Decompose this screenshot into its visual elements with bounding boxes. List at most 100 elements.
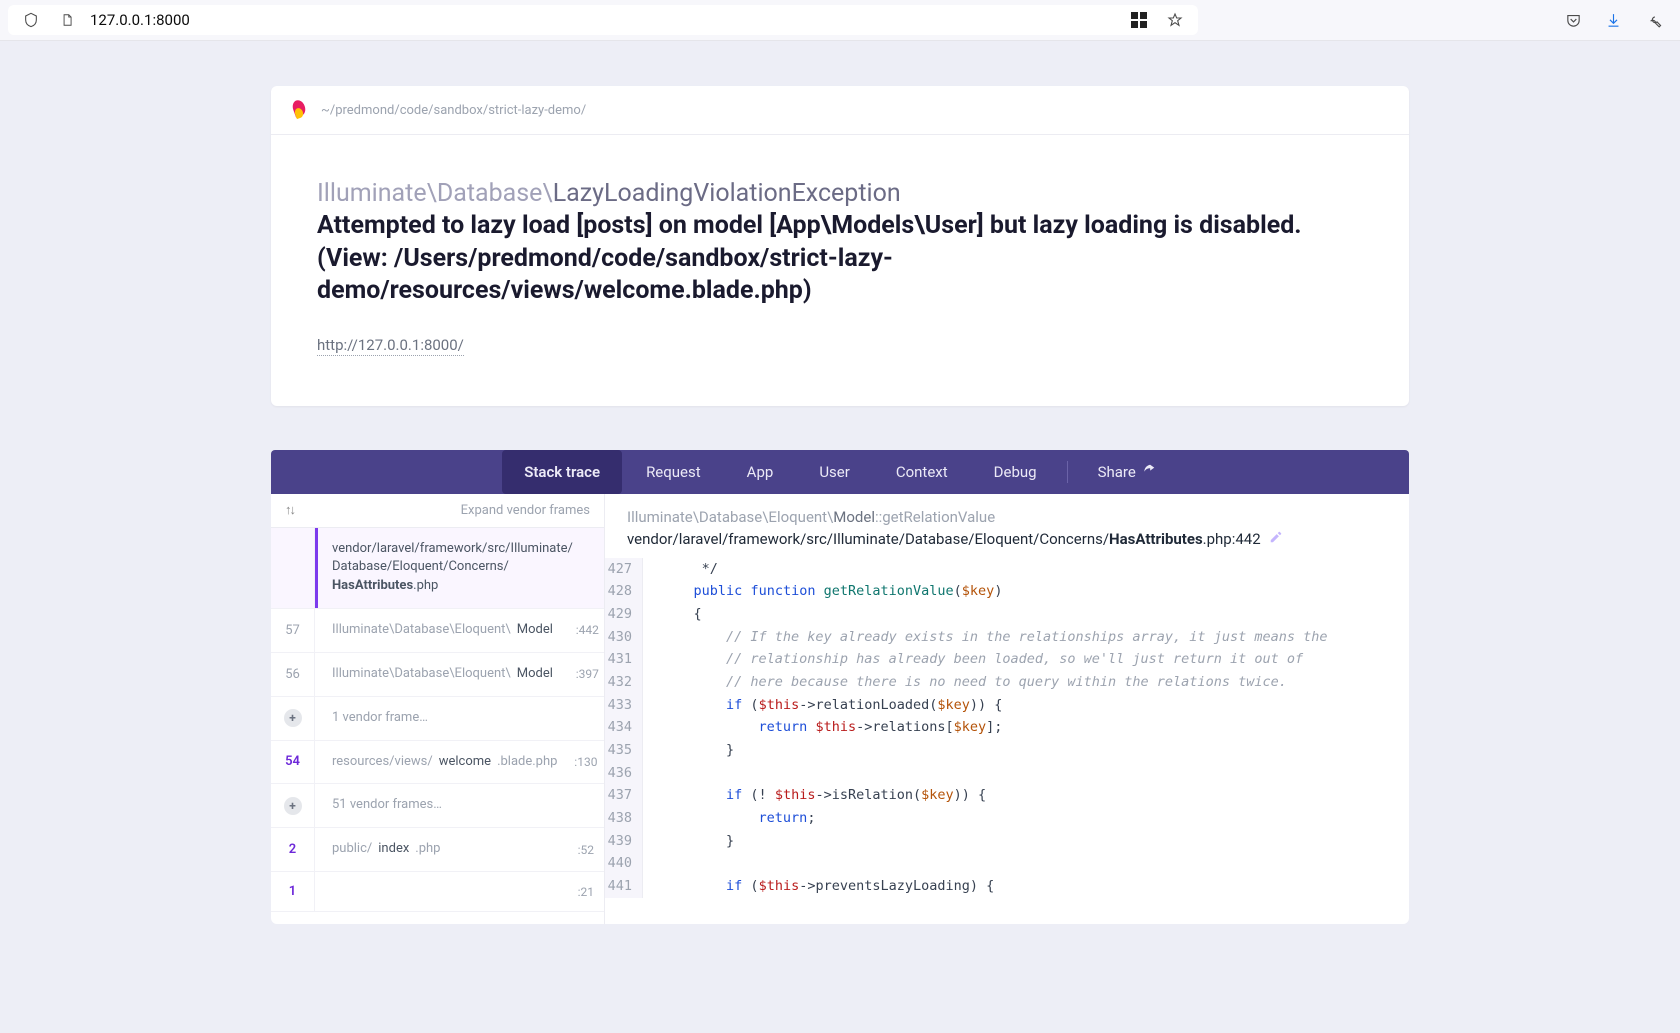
tab-separator [1067, 461, 1068, 483]
url-text: 127.0.0.1:8000 [90, 11, 1116, 29]
qr-icon[interactable] [1126, 7, 1152, 33]
line-number: 429 [605, 603, 643, 626]
code-line: 430 // If the key already exists in the … [605, 626, 1409, 649]
tab-share[interactable]: Share [1076, 450, 1178, 494]
exception-header: ~/predmond/code/sandbox/strict-lazy-demo… [271, 86, 1409, 135]
line-number: 441 [605, 875, 643, 898]
frame-row[interactable]: 2public/index.php:52 [271, 828, 604, 872]
frame-label: Illuminate\Database\Eloquent\Model [318, 609, 569, 652]
code-line: 432 // here because there is no need to … [605, 671, 1409, 694]
line-code: if ($this->preventsLazyLoading) { [643, 875, 994, 898]
line-number: 437 [605, 784, 643, 807]
frame-label: vendor/laravel/framework/src/Illuminate/… [318, 528, 583, 609]
section-tabs: Stack traceRequestAppUserContextDebug Sha… [271, 450, 1409, 494]
code-line: 437 if (! $this->isRelation($key)) { [605, 784, 1409, 807]
share-arrow-icon [1142, 463, 1156, 481]
frame-line-number [564, 784, 604, 827]
download-icon[interactable] [1600, 7, 1626, 33]
tab-user[interactable]: User [797, 450, 872, 494]
frame-line-number [564, 697, 604, 740]
frame-label: resources/views/welcome.blade.php [318, 741, 567, 784]
frame-sort-arrows[interactable]: ↑↓ [285, 502, 294, 518]
frame-number: 57 [271, 609, 315, 652]
frame-row[interactable]: 56Illuminate\Database\Eloquent\Model:397 [271, 653, 604, 697]
request-url-link[interactable]: http://127.0.0.1:8000/ [317, 336, 464, 356]
edit-pencil-icon[interactable] [1269, 530, 1283, 548]
stack-trace-panel: ↑↓ Expand vendor frames vendor/laravel/f… [271, 494, 1409, 924]
frame-row[interactable]: vendor/laravel/framework/src/Illuminate/… [271, 528, 604, 610]
address-bar[interactable]: 127.0.0.1:8000 [8, 5, 1198, 35]
line-number: 432 [605, 671, 643, 694]
line-number: 434 [605, 716, 643, 739]
pocket-icon[interactable] [1560, 7, 1586, 33]
frame-row[interactable]: 57Illuminate\Database\Eloquent\Model:442 [271, 609, 604, 653]
frame-number [271, 528, 315, 609]
line-code: } [643, 739, 734, 762]
exception-class: LazyLoadingViolationException [553, 179, 901, 208]
bookmark-star-icon[interactable] [1162, 7, 1188, 33]
ignition-logo-icon [293, 100, 307, 120]
line-code: { [643, 603, 702, 626]
code-column: Illuminate\Database\Eloquent\Model::getR… [605, 494, 1409, 924]
exception-message: Attempted to lazy load [posts] on model … [317, 210, 1363, 308]
line-number: 431 [605, 648, 643, 671]
tab-context[interactable]: Context [874, 450, 970, 494]
line-code: // here because there is no need to quer… [643, 671, 1287, 694]
expand-collapsed-icon[interactable]: + [284, 709, 302, 727]
exception-card: ~/predmond/code/sandbox/strict-lazy-demo… [271, 86, 1409, 406]
line-code: // If the key already exists in the rela… [643, 626, 1327, 649]
frame-line-number: :130 [567, 741, 607, 784]
code-listing: 427 */428 public function getRelationVal… [605, 558, 1409, 898]
frame-row[interactable]: 54resources/views/welcome.blade.php:130 [271, 741, 604, 785]
code-line: 436 [605, 762, 1409, 785]
line-number: 428 [605, 580, 643, 603]
frame-line-number: :397 [569, 653, 609, 696]
tab-app[interactable]: App [725, 450, 796, 494]
line-number: 435 [605, 739, 643, 762]
line-code: } [643, 830, 734, 853]
line-number: 436 [605, 762, 643, 785]
tab-request[interactable]: Request [624, 450, 723, 494]
tab-debug[interactable]: Debug [972, 450, 1059, 494]
code-file-path: vendor/laravel/framework/src/Illuminate/… [627, 530, 1387, 548]
frame-row[interactable]: +51 vendor frames… [271, 784, 604, 828]
code-line: 439 } [605, 830, 1409, 853]
project-path: ~/predmond/code/sandbox/strict-lazy-demo… [321, 103, 586, 118]
frame-label: public/index.php [318, 828, 564, 871]
frame-number: + [271, 784, 315, 827]
shield-icon[interactable] [18, 7, 44, 33]
line-code: if (! $this->isRelation($key)) { [643, 784, 986, 807]
code-line: 429 { [605, 603, 1409, 626]
frame-label: 1 vendor frame… [318, 697, 564, 740]
line-number: 439 [605, 830, 643, 853]
expand-collapsed-icon[interactable]: + [284, 797, 302, 815]
frames-column: ↑↓ Expand vendor frames vendor/laravel/f… [271, 494, 605, 924]
line-code [643, 852, 661, 875]
frame-row[interactable]: +1 vendor frame… [271, 697, 604, 741]
browser-toolbar: 127.0.0.1:8000 [0, 0, 1680, 41]
code-line: 428 public function getRelationValue($ke… [605, 580, 1409, 603]
code-line: 435 } [605, 739, 1409, 762]
line-number: 433 [605, 694, 643, 717]
frame-label: 51 vendor frames… [318, 784, 564, 827]
frame-number: 56 [271, 653, 315, 696]
wrench-icon[interactable] [1640, 7, 1666, 33]
tab-stack-trace[interactable]: Stack trace [502, 450, 622, 494]
line-code: if ($this->relationLoaded($key)) { [643, 694, 1002, 717]
code-line: 440 [605, 852, 1409, 875]
code-namespace: Illuminate\Database\Eloquent\Model::getR… [627, 508, 1387, 526]
line-code: */ [643, 558, 718, 581]
code-line: 433 if ($this->relationLoaded($key)) { [605, 694, 1409, 717]
code-line: 441 if ($this->preventsLazyLoading) { [605, 875, 1409, 898]
code-line: 431 // relationship has already been loa… [605, 648, 1409, 671]
page-icon [54, 7, 80, 33]
line-code: return; [643, 807, 815, 830]
line-code: return $this->relations[$key]; [643, 716, 1002, 739]
line-number: 430 [605, 626, 643, 649]
line-number: 440 [605, 852, 643, 875]
frame-row[interactable]: 1:21 [271, 872, 604, 912]
frame-number: + [271, 697, 315, 740]
exception-class-line: Illuminate\Database\LazyLoadingViolation… [317, 179, 1363, 208]
expand-vendor-frames[interactable]: Expand vendor frames [461, 503, 590, 518]
frame-label [318, 872, 564, 911]
